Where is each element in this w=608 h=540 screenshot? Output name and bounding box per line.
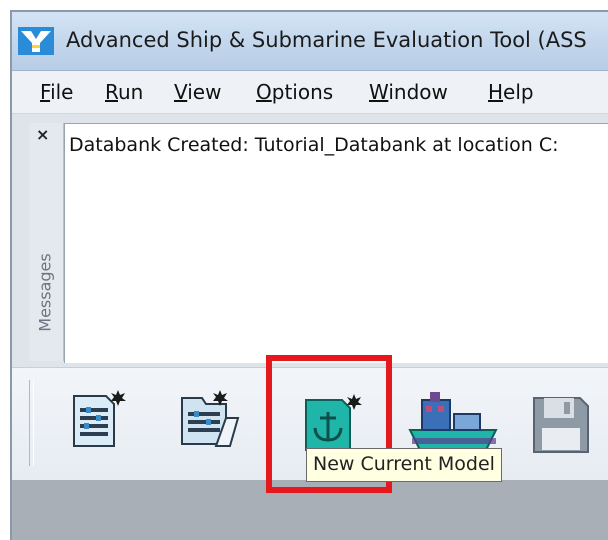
menu-file[interactable]: File xyxy=(40,80,73,104)
menu-run[interactable]: Run xyxy=(105,80,143,104)
menu-view[interactable]: View xyxy=(174,80,221,104)
menu-bar: File Run View Options Window Help xyxy=(12,71,608,114)
menu-window[interactable]: Window xyxy=(369,80,448,104)
menu-help[interactable]: Help xyxy=(488,80,534,104)
messages-panel-tab: × Messages xyxy=(29,123,64,361)
title-bar[interactable]: Advanced Ship & Submarine Evaluation Too… xyxy=(12,12,608,71)
messages-output[interactable]: Databank Created: Tutorial_Databank at l… xyxy=(64,123,608,363)
window-title: Advanced Ship & Submarine Evaluation Too… xyxy=(66,28,587,52)
floppy-disk-icon[interactable] xyxy=(528,394,592,456)
close-icon[interactable]: × xyxy=(36,125,49,144)
new-document-icon[interactable] xyxy=(68,388,128,450)
workspace-area xyxy=(12,480,608,540)
app-logo-icon xyxy=(18,27,54,55)
anchor-model-icon[interactable] xyxy=(302,392,364,454)
ship-icon[interactable] xyxy=(408,390,500,456)
message-line: Databank Created: Tutorial_Databank at l… xyxy=(69,134,559,156)
open-folder-document-icon[interactable] xyxy=(176,388,242,450)
messages-panel-label: Messages xyxy=(35,253,55,332)
toolbar-grip[interactable] xyxy=(29,380,34,466)
tooltip: New Current Model xyxy=(306,448,502,482)
menu-options[interactable]: Options xyxy=(256,80,333,104)
